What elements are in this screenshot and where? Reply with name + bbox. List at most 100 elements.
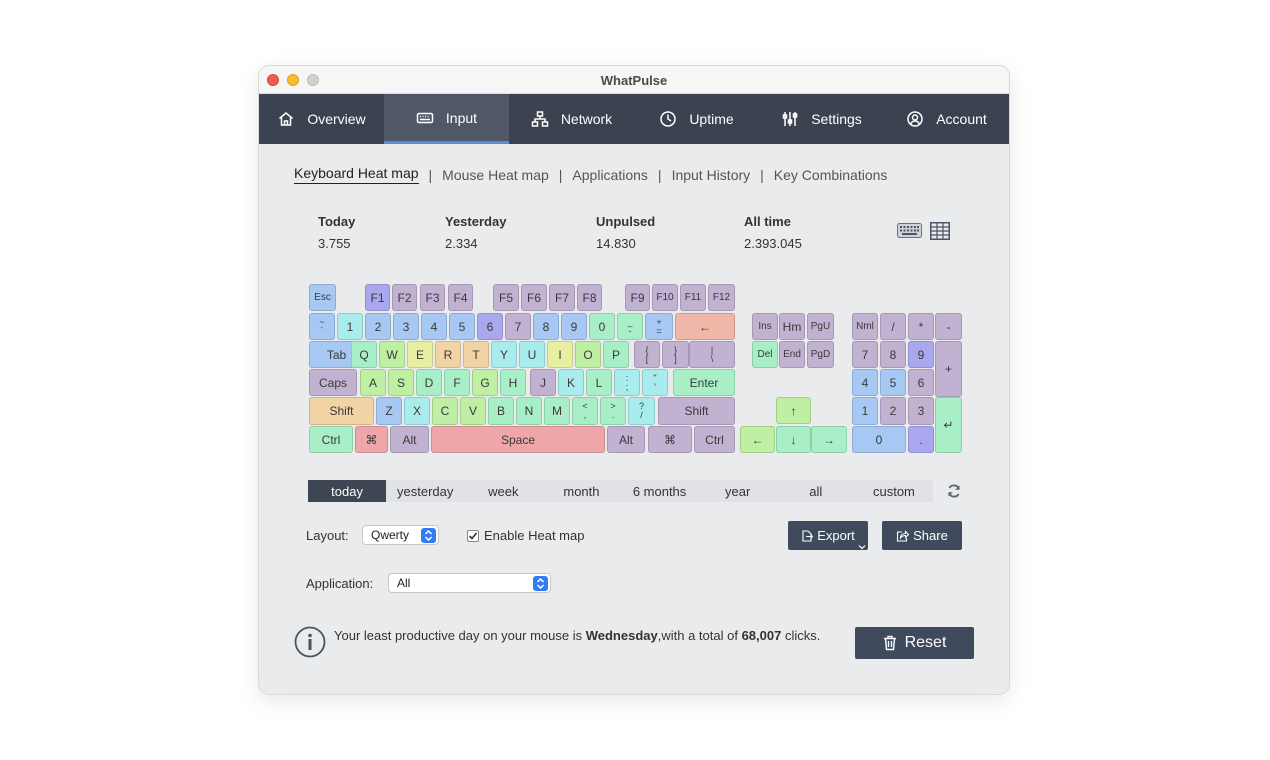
key-g[interactable]: G xyxy=(472,369,498,396)
key-f8[interactable]: F8 xyxy=(577,284,602,311)
subtab-applications[interactable]: Applications xyxy=(572,167,648,183)
application-select[interactable]: All xyxy=(388,573,551,593)
key-f2[interactable]: F2 xyxy=(392,284,417,311)
key-minus[interactable]: _ - xyxy=(617,313,643,340)
key-q[interactable]: Q xyxy=(351,341,377,368)
range-6-months[interactable]: 6 months xyxy=(621,480,699,502)
key-enter[interactable]: Enter xyxy=(673,369,735,396)
key-f5[interactable]: F5 xyxy=(493,284,519,311)
key-kp9[interactable]: 9 xyxy=(908,341,934,368)
range-yesterday[interactable]: yesterday xyxy=(386,480,464,502)
key-d2[interactable]: 2 xyxy=(365,313,391,340)
key-f10[interactable]: F10 xyxy=(652,284,678,311)
reset-button[interactable]: Reset xyxy=(855,627,974,659)
layout-select[interactable]: Qwerty xyxy=(362,525,439,545)
key-kp6[interactable]: 6 xyxy=(908,369,934,396)
key-kp3[interactable]: 3 xyxy=(908,397,934,425)
key-lalt[interactable]: Alt xyxy=(390,426,429,453)
tab-overview[interactable]: Overview xyxy=(259,94,384,144)
key-i[interactable]: I xyxy=(547,341,573,368)
key-down[interactable]: ↓ xyxy=(776,426,811,453)
key-ralt[interactable]: Alt xyxy=(607,426,645,453)
key-equals[interactable]: + = xyxy=(645,313,673,340)
key-space[interactable]: Space xyxy=(431,426,605,453)
key-f1[interactable]: F1 xyxy=(365,284,390,311)
key-kp2[interactable]: 2 xyxy=(880,397,906,425)
key-u[interactable]: U xyxy=(519,341,545,368)
key-up[interactable]: ↑ xyxy=(776,397,811,424)
enable-heatmap-checkbox[interactable] xyxy=(467,530,479,542)
keyboard-view-icon[interactable] xyxy=(897,223,922,238)
key-kpminus[interactable]: - xyxy=(935,313,962,340)
key-p[interactable]: P xyxy=(603,341,629,368)
key-backtick[interactable]: ~ ` xyxy=(309,313,335,340)
key-esc[interactable]: Esc xyxy=(309,284,336,311)
key-kp8[interactable]: 8 xyxy=(880,341,906,368)
key-lshift[interactable]: Shift xyxy=(309,397,374,425)
key-kpplus[interactable]: + xyxy=(935,341,962,397)
key-kpmul[interactable]: * xyxy=(908,313,934,340)
key-h[interactable]: H xyxy=(500,369,526,396)
key-kp4[interactable]: 4 xyxy=(852,369,878,396)
key-backslash[interactable]: | \ xyxy=(689,341,735,368)
key-del[interactable]: Del xyxy=(752,341,778,368)
tab-account[interactable]: Account xyxy=(884,94,1009,144)
key-y[interactable]: Y xyxy=(491,341,517,368)
key-d0[interactable]: 0 xyxy=(589,313,615,340)
key-d3[interactable]: 3 xyxy=(393,313,419,340)
key-end[interactable]: End xyxy=(779,341,805,368)
key-t[interactable]: T xyxy=(463,341,489,368)
key-ins[interactable]: Ins xyxy=(752,313,778,340)
range-today[interactable]: today xyxy=(308,480,387,502)
key-home[interactable]: Hm xyxy=(779,313,805,340)
key-rshift[interactable]: Shift xyxy=(658,397,735,425)
key-x[interactable]: X xyxy=(404,397,430,425)
key-v[interactable]: V xyxy=(460,397,486,425)
key-s[interactable]: S xyxy=(388,369,414,396)
key-e[interactable]: E xyxy=(407,341,433,368)
range-all[interactable]: all xyxy=(777,480,855,502)
grid-view-icon[interactable] xyxy=(930,222,950,240)
key-pgup[interactable]: PgU xyxy=(807,313,834,340)
key-d7[interactable]: 7 xyxy=(505,313,531,340)
key-a[interactable]: A xyxy=(360,369,386,396)
key-kp7[interactable]: 7 xyxy=(852,341,878,368)
key-d5[interactable]: 5 xyxy=(449,313,475,340)
key-rbracket[interactable]: }] xyxy=(662,341,689,368)
key-kp5[interactable]: 5 xyxy=(880,369,906,396)
key-d8[interactable]: 8 xyxy=(533,313,559,340)
key-f11[interactable]: F11 xyxy=(680,284,706,311)
key-f3[interactable]: F3 xyxy=(420,284,445,311)
key-l[interactable]: L xyxy=(586,369,612,396)
key-quote[interactable]: " ' xyxy=(642,369,668,396)
key-c[interactable]: C xyxy=(432,397,458,425)
tab-input[interactable]: Input xyxy=(384,94,509,144)
key-r[interactable]: R xyxy=(435,341,461,368)
key-j[interactable]: J xyxy=(530,369,556,396)
tab-settings[interactable]: Settings xyxy=(759,94,884,144)
key-kpdot[interactable]: . xyxy=(908,426,934,453)
key-lcmd[interactable]: ⌘ xyxy=(355,426,388,453)
key-kp0[interactable]: 0 xyxy=(852,426,906,453)
key-pgdn[interactable]: PgD xyxy=(807,341,834,368)
export-button[interactable]: Export xyxy=(788,521,868,550)
key-comma[interactable]: <, xyxy=(572,397,598,425)
range-month[interactable]: month xyxy=(542,480,620,502)
key-semicolon[interactable]: :; xyxy=(614,369,640,396)
subtab-key-combinations[interactable]: Key Combinations xyxy=(774,167,888,183)
subtab-mouse-heatmap[interactable]: Mouse Heat map xyxy=(442,167,549,183)
key-m[interactable]: M xyxy=(544,397,570,425)
key-f6[interactable]: F6 xyxy=(521,284,547,311)
range-week[interactable]: week xyxy=(464,480,542,502)
key-f9[interactable]: F9 xyxy=(625,284,650,311)
key-backspace[interactable]: ← xyxy=(675,313,735,340)
subtab-keyboard-heatmap[interactable]: Keyboard Heat map xyxy=(294,165,419,184)
key-d6[interactable]: 6 xyxy=(477,313,503,340)
key-b[interactable]: B xyxy=(488,397,514,425)
key-period[interactable]: >. xyxy=(600,397,626,425)
range-year[interactable]: year xyxy=(699,480,777,502)
subtab-input-history[interactable]: Input History xyxy=(672,167,751,183)
key-k[interactable]: K xyxy=(558,369,584,396)
key-d4[interactable]: 4 xyxy=(421,313,447,340)
key-lctrl[interactable]: Ctrl xyxy=(309,426,353,453)
